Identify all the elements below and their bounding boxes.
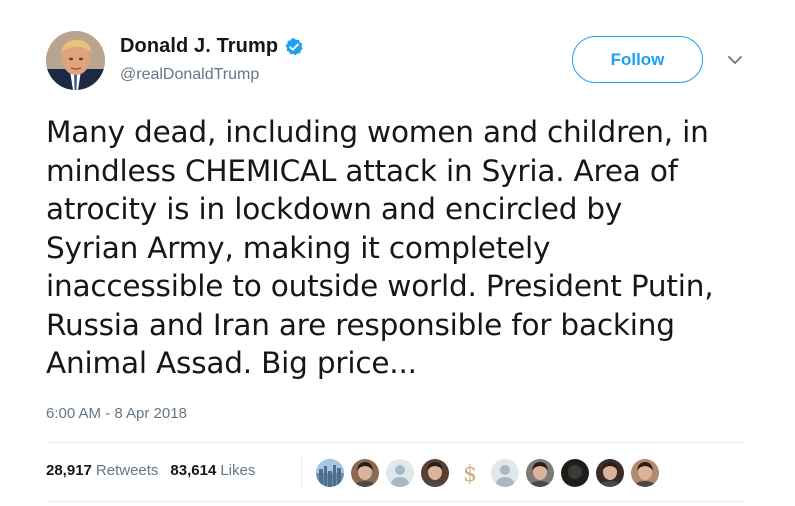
author-name-row: Donald J. Trump [120,35,304,58]
person-photo-avatar[interactable] [594,457,626,489]
chevron-down-icon[interactable] [727,54,743,66]
retweets-label: Retweets [95,462,159,479]
divider [46,442,746,443]
author-avatar[interactable] [46,31,105,90]
divider [46,501,746,502]
author-display-name[interactable]: Donald J. Trump [120,35,278,58]
person-photo-avatar[interactable] [419,457,451,489]
svg-text:$: $ [463,462,477,487]
person-photo-avatar[interactable] [349,457,381,489]
tweet-card: Donald J. Trump @realDonaldTrump Follow … [0,0,795,506]
tweet-timestamp[interactable]: 6:00 AM - 8 Apr 2018 [46,405,187,422]
city-skyline-avatar[interactable] [314,457,346,489]
tweet-stats: 28,917 Retweets 83,614 Likes [46,462,267,479]
likes-stat[interactable]: 83,614 Likes [170,462,255,479]
stats-separator [301,455,302,489]
default-user-avatar[interactable] [384,457,416,489]
likes-label: Likes [220,462,256,479]
retweets-count: 28,917 [46,462,92,479]
person-photo-avatar[interactable] [629,457,661,489]
dollar-sign-avatar[interactable]: $ [454,457,486,489]
default-user-avatar[interactable] [489,457,521,489]
follow-button[interactable]: Follow [572,36,703,83]
tweet-text: Many dead, including women and children,… [46,115,714,380]
person-photo-avatar[interactable] [524,457,556,489]
dark-photo-avatar[interactable] [559,457,591,489]
author-handle[interactable]: @realDonaldTrump [120,66,259,84]
retweets-stat[interactable]: 28,917 Retweets [46,462,158,479]
likes-count: 83,614 [170,462,217,479]
verified-badge-icon [284,37,304,57]
